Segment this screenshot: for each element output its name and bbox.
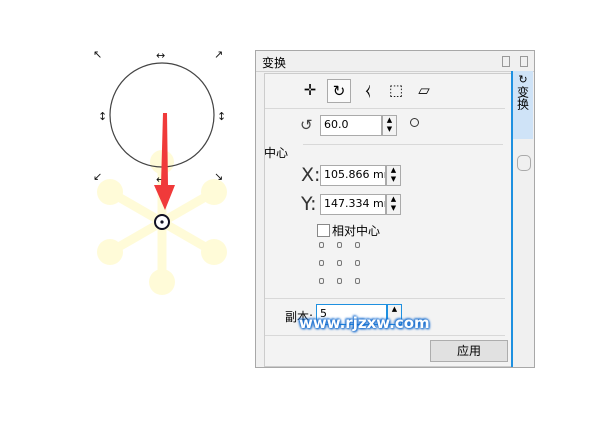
angle-input[interactable]: 60.0 (320, 115, 382, 136)
close-button[interactable] (520, 56, 528, 67)
skew-tool-icon[interactable]: ▱ (413, 79, 435, 101)
rotate-tool-icon[interactable]: ↻ (327, 79, 351, 103)
rotate-angle-icon: ↺ (300, 116, 313, 134)
center-x-input[interactable]: 105.866 mm (320, 165, 386, 186)
docker-titlebar: 变换 (256, 51, 534, 72)
divider (265, 335, 505, 336)
docker-side-tabs: ↻ 变换 (511, 71, 535, 367)
size-tool-icon[interactable]: ⬚ (385, 79, 407, 101)
scale-mirror-tool-icon[interactable]: ⧼ (357, 79, 379, 101)
angle-spinner[interactable]: ▲ ▼ (382, 115, 397, 136)
anchor-point[interactable] (319, 242, 324, 248)
center-y-spinner[interactable]: ▲ ▼ (386, 194, 401, 215)
position-tool-icon[interactable]: ✛ (299, 79, 321, 101)
svg-text:↙: ↙ (93, 170, 102, 183)
anchor-point[interactable] (319, 278, 324, 284)
center-x-spinner[interactable]: ▲ ▼ (386, 165, 401, 186)
divider (265, 298, 505, 299)
anchor-point[interactable] (337, 242, 342, 248)
anchor-grid (319, 242, 360, 284)
anchor-point[interactable] (319, 260, 324, 266)
relative-center-checkbox[interactable] (317, 224, 330, 237)
center-label: 中心 (264, 146, 289, 160)
x-label: X: (301, 164, 321, 186)
anchor-point[interactable] (355, 242, 360, 248)
relative-center-label: 相对中心 (332, 224, 381, 238)
center-y-input[interactable]: 147.334 mm (320, 194, 386, 215)
svg-text:↖: ↖ (93, 48, 102, 61)
anchor-point[interactable] (355, 278, 360, 284)
anchor-point[interactable] (355, 260, 360, 266)
y-label: Y: (301, 193, 317, 215)
svg-text:↗: ↗ (214, 48, 223, 61)
svg-text:↕: ↕ (98, 110, 107, 123)
svg-text:↕: ↕ (217, 110, 226, 123)
transform-toolbar: ✛ ↻ ⧼ ⬚ ▱ (299, 79, 435, 103)
svg-text:↘: ↘ (214, 170, 223, 183)
rotation-center-icon[interactable] (154, 214, 170, 230)
side-tab-label: 变换 (515, 86, 530, 110)
transform-tab-icon: ↻ (518, 73, 528, 86)
watermark: www.rjzxw.com (299, 314, 430, 332)
minimize-button[interactable] (502, 56, 510, 67)
degree-icon (410, 118, 419, 127)
divider (265, 108, 505, 109)
docker-title: 变换 (262, 56, 287, 70)
apply-button[interactable]: 应用 (430, 340, 508, 362)
svg-text:↔: ↔ (156, 49, 165, 62)
side-tab-transform[interactable]: ↻ 变换 (513, 71, 533, 139)
divider (303, 144, 503, 145)
anchor-point[interactable] (337, 260, 342, 266)
anchor-point[interactable] (337, 278, 342, 284)
side-tab-object-icon[interactable] (517, 155, 531, 171)
